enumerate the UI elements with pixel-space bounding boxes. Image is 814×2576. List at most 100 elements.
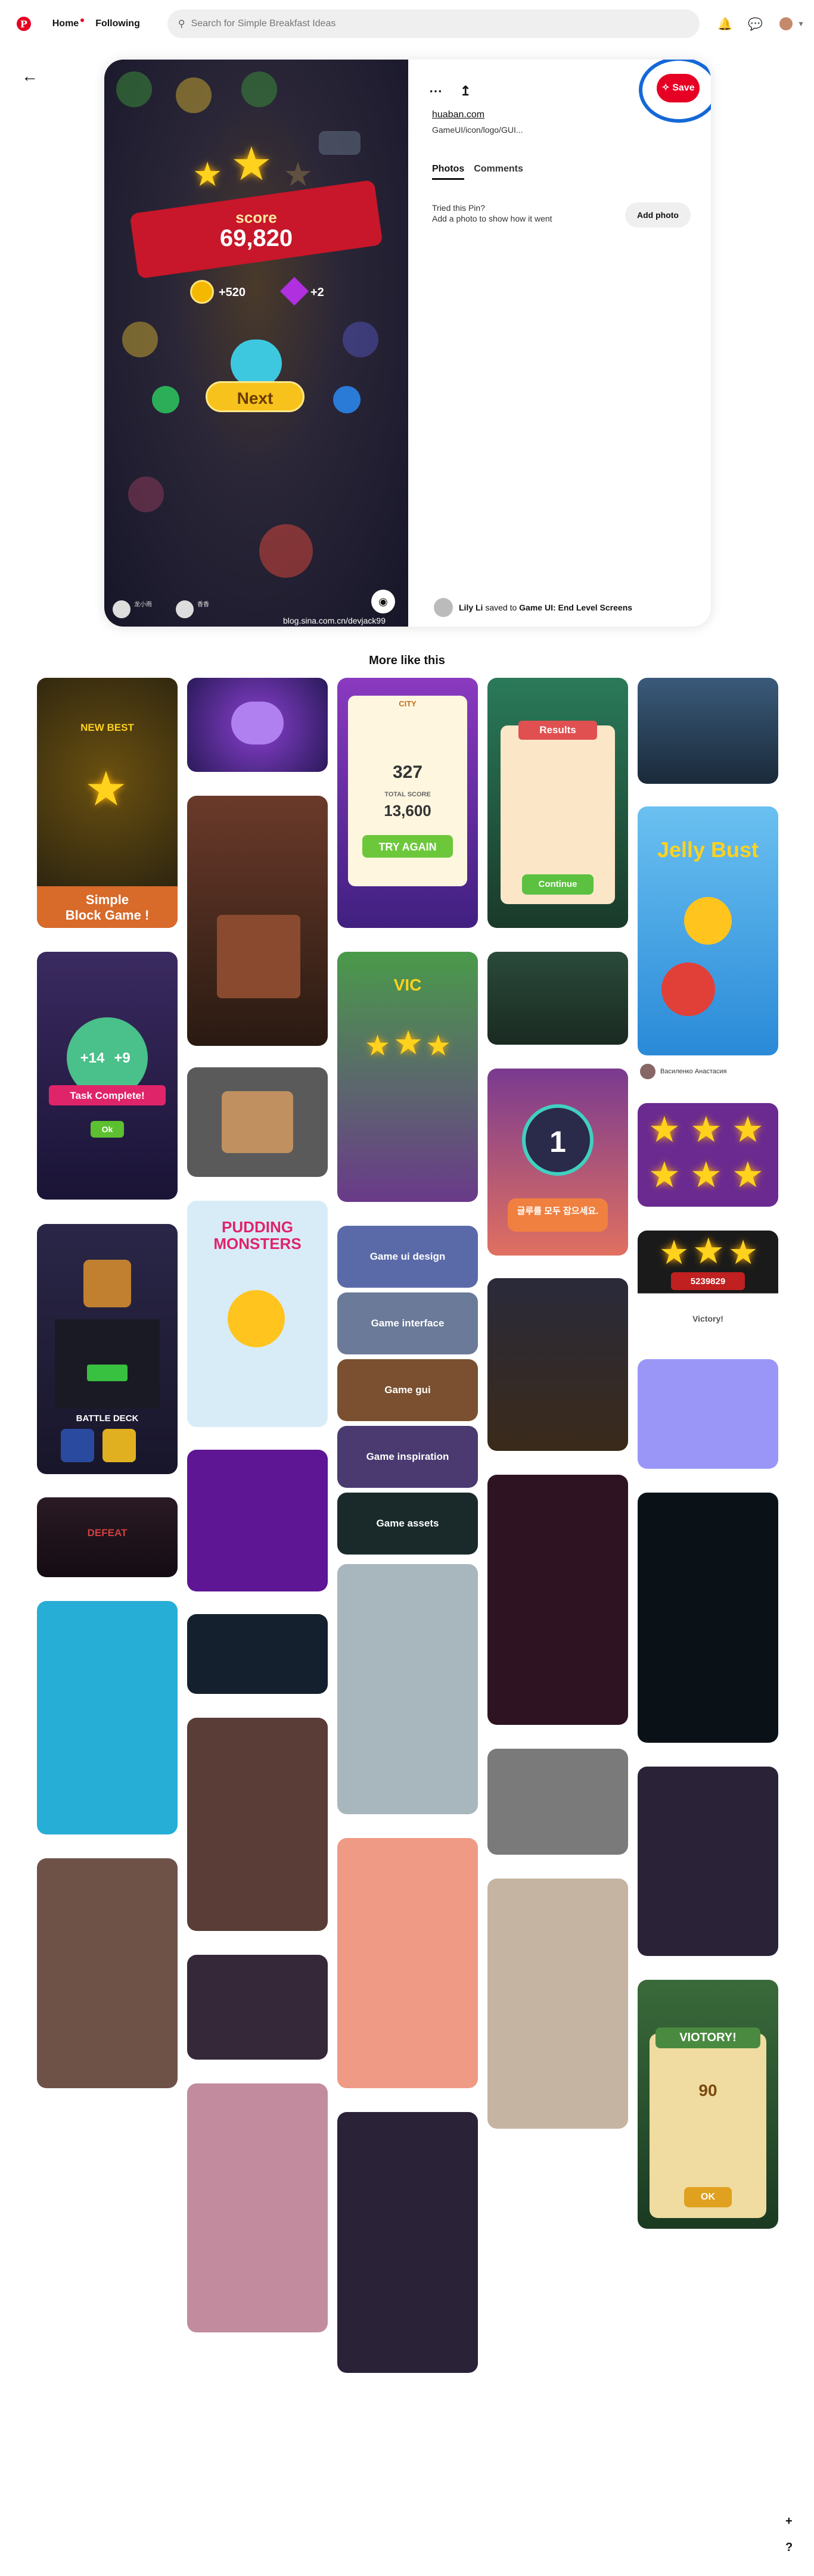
pin-card-placeholder[interactable] xyxy=(638,1359,778,1469)
pin-card-level-select[interactable] xyxy=(638,678,778,784)
search-placeholder: Search for Simple Breakfast Ideas xyxy=(191,18,336,29)
gem-icon xyxy=(279,276,309,306)
score-label: score xyxy=(235,208,277,226)
pin-card-placeholder[interactable] xyxy=(37,1858,178,2088)
pin-card-placeholder[interactable] xyxy=(638,1767,778,1956)
card-title: NEW BEST xyxy=(80,722,134,733)
source-link[interactable]: huaban.com xyxy=(432,110,484,120)
stats-panel xyxy=(55,1319,160,1409)
score-value: 69,820 xyxy=(219,225,293,251)
search-input[interactable]: ⚲ Search for Simple Breakfast Ideas xyxy=(167,10,700,38)
city-title: CITY xyxy=(399,699,417,708)
pin-card-korean-level[interactable]: 1 글루를 모두 잡으세요. xyxy=(487,1069,628,1256)
pin-card-placeholder[interactable] xyxy=(487,1879,628,2129)
pin-card-placeholder[interactable] xyxy=(638,1493,778,1743)
pin-card-jelly-bust[interactable]: Jelly Bust xyxy=(638,806,778,1055)
viotory-ok-button: OK xyxy=(684,2187,732,2207)
help-icon[interactable]: ? xyxy=(785,2541,793,2555)
pin-card-placeholder[interactable] xyxy=(337,1838,478,2088)
pin-card-defeat[interactable]: DEFEAT xyxy=(37,1497,178,1577)
pin-description: GameUI/icon/logo/GUI... xyxy=(432,125,523,135)
level-number: 1 xyxy=(549,1125,566,1158)
save-button[interactable]: ✧ Save xyxy=(657,74,700,102)
monster-character xyxy=(661,963,715,1016)
add-photo-button[interactable]: Add photo xyxy=(625,203,691,228)
pin-card-pudding-monsters[interactable]: PUDDING MONSTERS xyxy=(187,1201,328,1427)
viotory-panel: VIOTORY! 90 OK xyxy=(650,2027,766,2218)
pin-card-search-suggestion[interactable]: Game interface xyxy=(337,1292,478,1354)
pin-card-placeholder[interactable] xyxy=(337,2112,478,2373)
continue-label: Continue xyxy=(538,879,577,889)
pin-card-placeholder[interactable] xyxy=(337,1564,478,1814)
more-like-this-heading: More like this xyxy=(369,654,445,667)
pin-card-level-badge[interactable] xyxy=(187,678,328,772)
play-icon xyxy=(228,1290,285,1347)
pin-card-placeholder[interactable] xyxy=(187,1718,328,1931)
mascot-character xyxy=(231,339,282,387)
pin-card-placeholder[interactable] xyxy=(187,1450,328,1591)
pin-icon: ✧ xyxy=(661,83,673,93)
pin-card-battle-deck[interactable]: BATTLE DECK xyxy=(37,1224,178,1474)
pin-card-heroes[interactable] xyxy=(187,1067,328,1177)
saver-avatar[interactable] xyxy=(434,598,453,617)
viotory-ok: OK xyxy=(701,2192,715,2202)
pin-card-search-suggestion[interactable]: Game inspiration xyxy=(337,1426,478,1488)
share-icon[interactable]: ↥ xyxy=(460,83,471,99)
pin-card-placeholder[interactable] xyxy=(187,1955,328,2060)
try-again-button: TRY AGAIN xyxy=(362,835,453,858)
tab-photos[interactable]: Photos xyxy=(432,164,465,180)
pin-card-search-suggestion[interactable]: Game ui design xyxy=(337,1226,478,1288)
background-tile xyxy=(343,322,378,357)
pin-card-new-best[interactable]: NEW BEST ★ Simple Block Game ! xyxy=(37,678,178,928)
pudding-title: PUDDING MONSTERS xyxy=(213,1218,302,1253)
pin-card-viotory[interactable]: VIOTORY! 90 OK xyxy=(638,1980,778,2229)
pin-card-map[interactable] xyxy=(487,952,628,1045)
star-icon: ★ xyxy=(231,138,272,190)
pin-card-search-suggestion[interactable]: Game gui xyxy=(337,1359,478,1421)
victory-title: VIC xyxy=(393,976,422,994)
total-score-value: 13,600 xyxy=(384,802,431,820)
card-user-avatar xyxy=(640,1064,655,1079)
notification-dot xyxy=(80,18,85,22)
pin-card-placeholder[interactable] xyxy=(487,1475,628,1725)
pin-image[interactable]: ★ ★ ★ score 69,820 +520 +2 Next 龙小雨 香香 b… xyxy=(104,60,408,627)
pin-card-placeholder[interactable] xyxy=(487,1749,628,1855)
pin-card-acorn-grid[interactable] xyxy=(187,796,328,1046)
chevron-down-icon[interactable]: ▼ xyxy=(797,20,804,28)
pin-card-gem-panels[interactable] xyxy=(487,1278,628,1451)
background-tile xyxy=(122,322,158,357)
pin-card-search-suggestion[interactable]: Game assets xyxy=(337,1493,478,1555)
back-arrow-icon[interactable]: ← xyxy=(21,67,38,86)
score-panel: CITY 327 TOTAL SCORE 13,600 TRY AGAIN xyxy=(348,696,467,886)
create-plus-icon[interactable]: + xyxy=(785,2515,793,2528)
pin-card-placeholder[interactable] xyxy=(187,2083,328,2332)
pin-card-placeholder[interactable] xyxy=(187,1614,328,1694)
saver-name[interactable]: Lily Li xyxy=(459,603,483,612)
avatar[interactable] xyxy=(778,16,794,32)
pin-card-results[interactable]: Results Continue xyxy=(487,678,628,928)
bell-icon[interactable]: 🔔 xyxy=(717,17,732,32)
messages-icon[interactable]: 💬 xyxy=(748,17,763,32)
task-ok: Ok xyxy=(101,1125,113,1134)
image-user-name: 香香 xyxy=(197,602,209,608)
pin-card-stars-grid[interactable]: ★ ★ ★ ★ ★ ★ xyxy=(638,1103,778,1207)
suggestion-label: Game gui xyxy=(384,1384,431,1396)
tab-comments[interactable]: Comments xyxy=(474,164,523,180)
viotory-score: 90 xyxy=(698,2081,717,2100)
pinterest-logo-icon[interactable]: P xyxy=(17,17,31,31)
more-options-icon[interactable]: ⋯ xyxy=(429,83,442,99)
pin-card-city-score[interactable]: CITY 327 TOTAL SCORE 13,600 TRY AGAIN xyxy=(337,678,478,928)
victory-label: Victory! xyxy=(692,1314,723,1323)
nav-following[interactable]: Following xyxy=(95,18,140,29)
pin-card-task-complete[interactable]: +14 +9 Task Complete! Ok xyxy=(37,952,178,1200)
suggestion-label: Game ui design xyxy=(369,1251,446,1262)
pin-card-victory[interactable]: VIC ★ ★ ★ xyxy=(337,952,478,1202)
star-icon: ★ xyxy=(692,1231,725,1271)
card-attribution[interactable]: Василенко Анастасия xyxy=(640,1064,726,1079)
visual-search-icon[interactable]: ◉ xyxy=(371,590,395,613)
board-name[interactable]: Game UI: End Level Screens xyxy=(519,603,632,612)
nav-home[interactable]: Home xyxy=(52,18,85,29)
pin-card-victory-stars[interactable]: ★ ★ ★ 5239829 Victory! xyxy=(638,1231,778,1335)
save-label: Save xyxy=(672,83,695,93)
pin-card-placeholder[interactable] xyxy=(37,1601,178,1834)
